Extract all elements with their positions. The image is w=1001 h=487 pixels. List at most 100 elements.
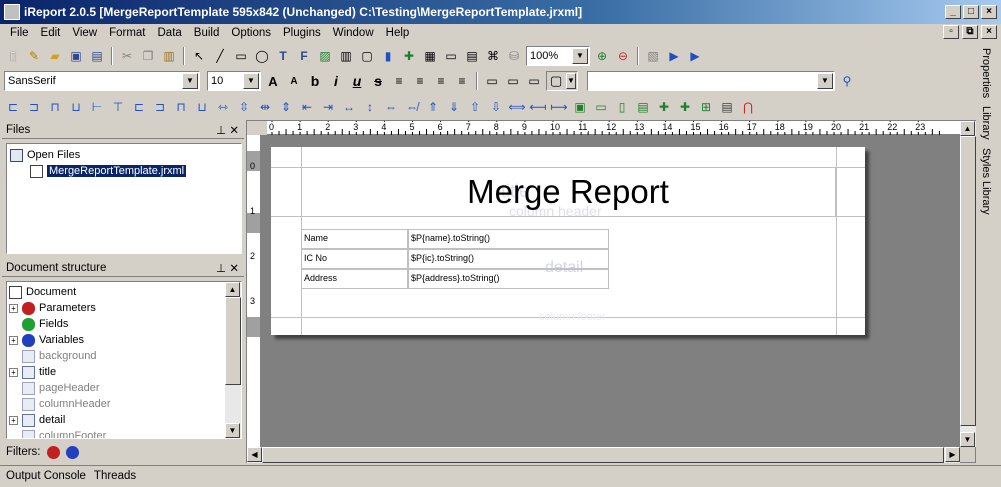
menu-format[interactable]: Format [103,27,151,39]
ellipse-icon[interactable]: ◯ [253,47,271,65]
copy-icon[interactable]: ❐ [139,47,157,65]
align-right-icon[interactable]: ≡ [432,72,450,90]
menu-file[interactable]: File [4,27,35,39]
subreport-icon[interactable]: ▦ [421,47,439,65]
align-bottom-edges-icon[interactable]: ⊔ [67,98,85,116]
expand-icon[interactable]: + [9,415,18,425]
tab-threads[interactable]: Threads [90,470,140,482]
label-cell[interactable]: IC No [301,249,408,269]
scroll-up-icon[interactable]: ▲ [960,121,975,136]
scroll-down-icon[interactable]: ▼ [225,423,240,438]
report-page[interactable]: title column header Merge Report detail … [271,147,865,335]
same-height-icon[interactable]: ⇳ [235,98,253,116]
magnet-icon[interactable]: ⋂ [739,98,757,116]
join-left-icon[interactable]: ⇤ [298,98,316,116]
hierarchy-icon[interactable]: ⌘ [484,47,502,65]
scroll-thumb[interactable] [262,447,944,463]
align-right-edges-icon[interactable]: ⊐ [25,98,43,116]
pin-icon[interactable]: ⊥ [216,123,226,137]
zoom-out-icon[interactable]: ⊖ [614,47,632,65]
align-hcenter-icon[interactable]: ⊤ [109,98,127,116]
close-button[interactable]: × [981,5,997,19]
align-left-icon[interactable]: ≡ [390,72,408,90]
tree-item-open-files[interactable]: Open Files [10,147,238,163]
band-marker[interactable] [247,213,260,233]
align-right-margin-icon[interactable]: ⊐ [151,98,169,116]
inner-maximize-button[interactable]: ⧉ [962,25,978,39]
pin-icon[interactable]: ⊥ [216,261,226,275]
valign-bottom-icon[interactable]: ▭ [525,72,543,90]
save-all-icon[interactable]: ▤ [88,47,106,65]
snap-icon[interactable]: ⊞ [697,98,715,116]
image-icon[interactable]: ▨ [316,47,334,65]
tab-styles-library[interactable]: Styles Library [979,144,993,219]
increase-hspace-icon[interactable]: ↔ [340,98,358,116]
tree-item-file[interactable]: MergeReportTemplate.jrxml [10,163,238,179]
tree-item-pageheader[interactable]: pageHeader [9,380,239,396]
equal-vspace-icon[interactable]: ⇩ [487,98,505,116]
menu-help[interactable]: Help [380,27,416,39]
tree-item-variables[interactable]: + Variables [9,332,239,348]
design-canvas[interactable]: title column header Merge Report detail … [261,135,960,447]
paste-icon[interactable]: ▥ [160,47,178,65]
open-folder-icon[interactable]: ▰ [46,47,64,65]
tab-library[interactable]: Library [979,102,993,144]
tree-item-document[interactable]: Document [9,284,239,300]
inner-restore-button[interactable]: ▫ [943,25,959,39]
menu-options[interactable]: Options [225,27,277,39]
field-cell[interactable]: $P{name}.toString() [408,229,609,249]
align-left-edges-icon[interactable]: ⊏ [4,98,22,116]
expand-icon[interactable]: + [9,335,18,345]
zoom-select[interactable]: 100% ▼ [526,46,590,66]
chart-icon[interactable]: ▮ [379,47,397,65]
tree-item-parameters[interactable]: + Parameters [9,300,239,316]
band-marker[interactable] [247,317,260,337]
tab-output-console[interactable]: Output Console [0,470,90,482]
database-icon[interactable]: ⛁ [505,47,523,65]
send-back-icon[interactable]: ✚ [655,98,673,116]
close-icon[interactable]: ✕ [229,261,239,275]
menu-window[interactable]: Window [327,27,380,39]
tab-properties[interactable]: Properties [979,44,993,102]
remove-vspace-icon[interactable]: ⇧ [466,98,484,116]
adapt-height-icon[interactable]: ⟻ [529,98,547,116]
underline-button[interactable]: u [348,72,366,90]
grid-icon[interactable]: ✚ [676,98,694,116]
structure-scrollbar[interactable]: ▲ ▼ [225,282,241,438]
tree-item-detail[interactable]: + detail [9,412,239,428]
font-family-select[interactable]: SansSerif ▼ [4,71,200,91]
designer-hscrollbar[interactable]: ◀ ▶ [247,447,960,463]
filter-variables-icon[interactable] [65,445,79,459]
zoom-in-icon[interactable]: ⊕ [593,47,611,65]
align-top-margin-icon[interactable]: ⊓ [172,98,190,116]
center-in-band-h-icon[interactable]: ▭ [592,98,610,116]
group-icon[interactable]: ▤ [463,47,481,65]
tree-item-title[interactable]: + title [9,364,239,380]
filter-parameters-icon[interactable] [46,445,60,459]
same-width-icon[interactable]: ⇿ [214,98,232,116]
find-style-icon[interactable]: ⚲ [838,72,856,90]
center-in-band-icon[interactable]: ▣ [571,98,589,116]
valign-middle-icon[interactable]: ▭ [504,72,522,90]
italic-button[interactable]: i [327,72,345,90]
bring-front-icon[interactable]: ▤ [634,98,652,116]
field-cell[interactable]: $P{ic}.toString() [408,249,609,269]
tree-item-background[interactable]: background [9,348,239,364]
valign-top-icon[interactable]: ▭ [483,72,501,90]
maximize-button[interactable]: □ [963,5,979,19]
expand-icon[interactable]: + [9,303,18,313]
align-vcenter-icon[interactable]: ⊢ [88,98,106,116]
new-file-icon[interactable]: ▯ [4,47,22,65]
minimize-button[interactable]: _ [945,5,961,19]
scroll-right-icon[interactable]: ▶ [945,447,960,462]
organize-icon[interactable]: ⟼ [550,98,568,116]
crosstab-icon[interactable]: ✚ [400,47,418,65]
report-title[interactable]: Merge Report [271,173,865,211]
field-cell[interactable]: $P{address}.toString() [408,269,609,289]
band-icon[interactable]: ▭ [442,47,460,65]
pointer-icon[interactable]: ↖ [190,47,208,65]
bold-button[interactable]: b [306,72,324,90]
menu-build[interactable]: Build [188,27,226,39]
menu-edit[interactable]: Edit [35,27,67,39]
save-icon[interactable]: ▣ [67,47,85,65]
